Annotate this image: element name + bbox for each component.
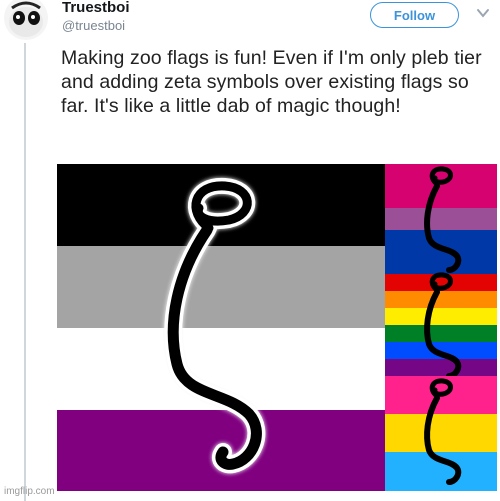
avatar[interactable] bbox=[4, 0, 48, 40]
watermark: imgflip.com bbox=[4, 486, 55, 497]
bi-flag bbox=[385, 164, 497, 274]
tweet-card: Truestboi @truestboi Follow Making zoo f… bbox=[0, 0, 500, 501]
pan-flag bbox=[385, 376, 497, 491]
author-block: Truestboi @truestboi bbox=[62, 0, 130, 34]
tweet-text: Making zoo flags is fun! Even if I'm onl… bbox=[61, 47, 482, 117]
author-name[interactable]: Truestboi bbox=[62, 0, 130, 16]
thread-line bbox=[24, 43, 26, 501]
tweet-media-image[interactable] bbox=[57, 164, 497, 491]
rainbow-flag bbox=[385, 272, 497, 379]
follow-button[interactable]: Follow bbox=[370, 2, 459, 28]
author-handle[interactable]: @truestboi bbox=[62, 18, 130, 34]
avatar-icon bbox=[9, 1, 43, 37]
chevron-down-icon[interactable] bbox=[476, 6, 490, 20]
